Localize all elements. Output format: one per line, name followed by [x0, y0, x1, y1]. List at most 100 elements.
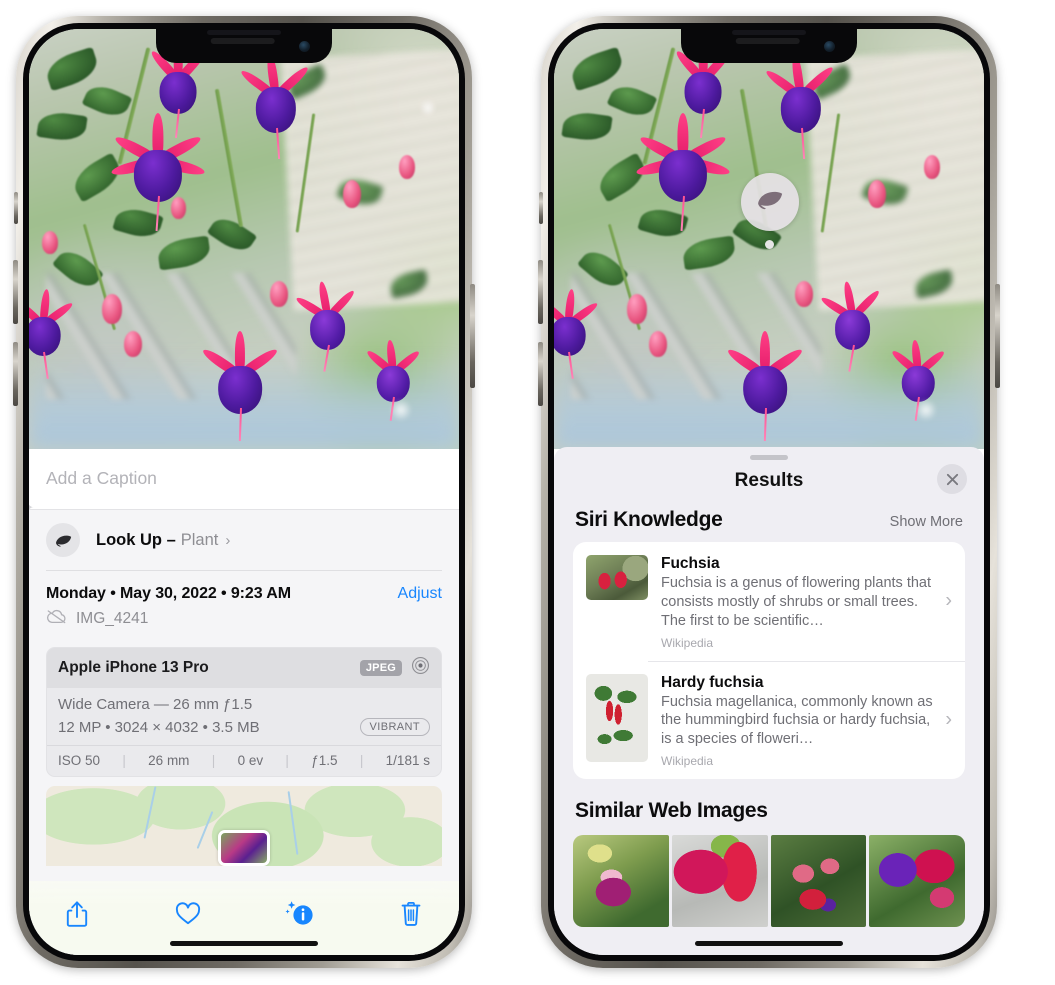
- section-title: Siri Knowledge: [575, 508, 723, 531]
- filename-label: IMG_4241: [76, 610, 149, 627]
- visual-look-up-badge[interactable]: [741, 173, 799, 231]
- cloud-slash-icon: [46, 609, 67, 629]
- front-camera-icon: [824, 41, 835, 52]
- chevron-right-icon: ›: [945, 708, 952, 731]
- photo-fuchsia-flower: [763, 53, 837, 160]
- web-image-thumbnail[interactable]: [671, 835, 768, 928]
- siri-knowledge-card: Fuchsia Fuchsia is a genus of flowering …: [573, 542, 965, 780]
- capture-date: Monday • May 30, 2022 • 9:23 AM: [46, 585, 291, 602]
- exif-stats-row: ISO 50 | 26 mm | 0 ev | ƒ1.5 | 1/181 s: [47, 745, 441, 776]
- photo-fuchsia-flower: [238, 53, 312, 160]
- exif-stat-separator: |: [359, 753, 364, 768]
- photo-metadata-block: Monday • May 30, 2022 • 9:23 AM Adjust I…: [29, 571, 459, 639]
- photo-viewer-left[interactable]: [29, 29, 459, 449]
- earpiece-slot: [207, 30, 281, 35]
- show-more-button[interactable]: Show More: [890, 514, 963, 530]
- volume-down-button[interactable]: [13, 342, 18, 406]
- map-photo-thumbnail: [218, 830, 270, 866]
- location-map[interactable]: [46, 786, 442, 866]
- exif-header: Apple iPhone 13 Pro JPEG: [47, 648, 441, 688]
- format-badge: JPEG: [359, 660, 402, 676]
- similar-web-images-section-header: Similar Web Images: [554, 779, 984, 833]
- photographic-style-badge: VIBRANT: [359, 718, 430, 736]
- photo-viewer-right[interactable]: [554, 29, 984, 449]
- chevron-right-icon: ›: [225, 531, 231, 549]
- list-item[interactable]: Hardy fuchsia Fuchsia magellanica, commo…: [573, 660, 965, 780]
- photo-bud: [102, 293, 123, 324]
- volume-up-button[interactable]: [13, 260, 18, 324]
- result-source: Wikipedia: [661, 635, 714, 650]
- device-bezel: Results Siri Knowledge Show More Fuchsia…: [548, 23, 990, 961]
- photo-bud: [794, 281, 813, 307]
- volume-down-button[interactable]: [538, 342, 543, 406]
- info-button[interactable]: [278, 897, 322, 931]
- photo-fuchsia-flower: [819, 280, 885, 372]
- look-up-subject: Plant: [180, 530, 219, 549]
- result-title: Fuchsia: [661, 555, 720, 572]
- photo-fuchsia-flower: [200, 331, 280, 441]
- screen-left: Add a Caption ✦ ✦ Look Up – Plant ›: [29, 29, 459, 955]
- share-button[interactable]: [55, 897, 99, 931]
- sheet-title: Results: [734, 470, 804, 491]
- delete-button[interactable]: [389, 897, 433, 931]
- silent-switch[interactable]: [14, 192, 18, 224]
- sheet-header: Results: [554, 460, 984, 508]
- photo-fuchsia-flower: [110, 113, 206, 232]
- photo-bud: [123, 331, 142, 358]
- exif-stat-separator: |: [211, 753, 216, 768]
- photo-bud: [170, 197, 186, 219]
- photo-bud: [342, 180, 361, 209]
- photo-fuchsia-flower: [554, 289, 600, 379]
- section-title: Similar Web Images: [575, 799, 768, 823]
- exif-stat-focal: 26 mm: [148, 753, 190, 768]
- photo-bud: [867, 180, 886, 209]
- volume-up-button[interactable]: [538, 260, 543, 324]
- screenshot-stage: Add a Caption ✦ ✦ Look Up – Plant ›: [0, 0, 1055, 985]
- exif-stat-separator: |: [285, 753, 289, 768]
- silent-switch[interactable]: [539, 192, 543, 224]
- dimensions-label: 12 MP • 3024 × 4032 • 3.5 MB: [58, 718, 260, 736]
- look-up-row[interactable]: ✦ ✦ Look Up – Plant ›: [29, 501, 459, 570]
- web-image-thumbnail[interactable]: [770, 835, 867, 928]
- result-source: Wikipedia: [661, 754, 714, 769]
- list-item[interactable]: Fuchsia Fuchsia is a genus of flowering …: [573, 542, 965, 661]
- look-up-label: Look Up –: [96, 530, 176, 549]
- home-indicator[interactable]: [695, 941, 843, 946]
- photo-fuchsia-flower: [294, 280, 360, 372]
- similar-web-images-strip[interactable]: [554, 835, 984, 928]
- look-up-label-group: Look Up – Plant ›: [96, 531, 230, 550]
- leaf-icon: [46, 523, 80, 557]
- photo-info-panel: Add a Caption ✦ ✦ Look Up – Plant ›: [29, 449, 459, 955]
- exif-stat-separator: |: [122, 753, 126, 768]
- home-indicator[interactable]: [170, 941, 318, 946]
- siri-knowledge-section-header: Siri Knowledge Show More: [554, 508, 984, 542]
- photo-bud: [923, 155, 940, 179]
- front-camera-icon: [299, 41, 310, 52]
- adjust-button[interactable]: Adjust: [398, 585, 442, 603]
- speaker-grille: [735, 38, 800, 44]
- photo-bud: [648, 331, 667, 358]
- exif-body: Wide Camera — 26 mm ƒ1.5 12 MP • 3024 × …: [47, 688, 441, 745]
- leaf-icon: [755, 188, 785, 216]
- side-power-button[interactable]: [995, 284, 1000, 388]
- photo-bud: [398, 155, 415, 179]
- favorite-button[interactable]: [166, 897, 210, 931]
- exif-card: Apple iPhone 13 Pro JPEG Wide Camera — 2…: [46, 647, 442, 777]
- caption-input[interactable]: Add a Caption: [29, 449, 459, 510]
- chevron-right-icon: ›: [945, 589, 952, 612]
- web-image-thumbnail[interactable]: [573, 835, 669, 928]
- exif-stat-iso: ISO 50: [58, 753, 101, 768]
- photo-bud: [41, 230, 58, 254]
- fuchsia-thumbnail: [586, 555, 648, 600]
- web-image-thumbnail[interactable]: [869, 835, 965, 928]
- sparkle-icon: ✦: [29, 501, 34, 517]
- photo-bokeh: [915, 398, 938, 421]
- close-icon[interactable]: [937, 464, 967, 494]
- photo-fuchsia-flower: [29, 289, 75, 379]
- earpiece-slot: [732, 30, 806, 35]
- results-sheet: Results Siri Knowledge Show More Fuchsia…: [554, 447, 984, 955]
- photo-bud: [269, 281, 288, 307]
- side-power-button[interactable]: [470, 284, 475, 388]
- exif-stat-ev: 0 ev: [237, 753, 264, 768]
- iphone-right-device: Results Siri Knowledge Show More Fuchsia…: [538, 16, 1000, 968]
